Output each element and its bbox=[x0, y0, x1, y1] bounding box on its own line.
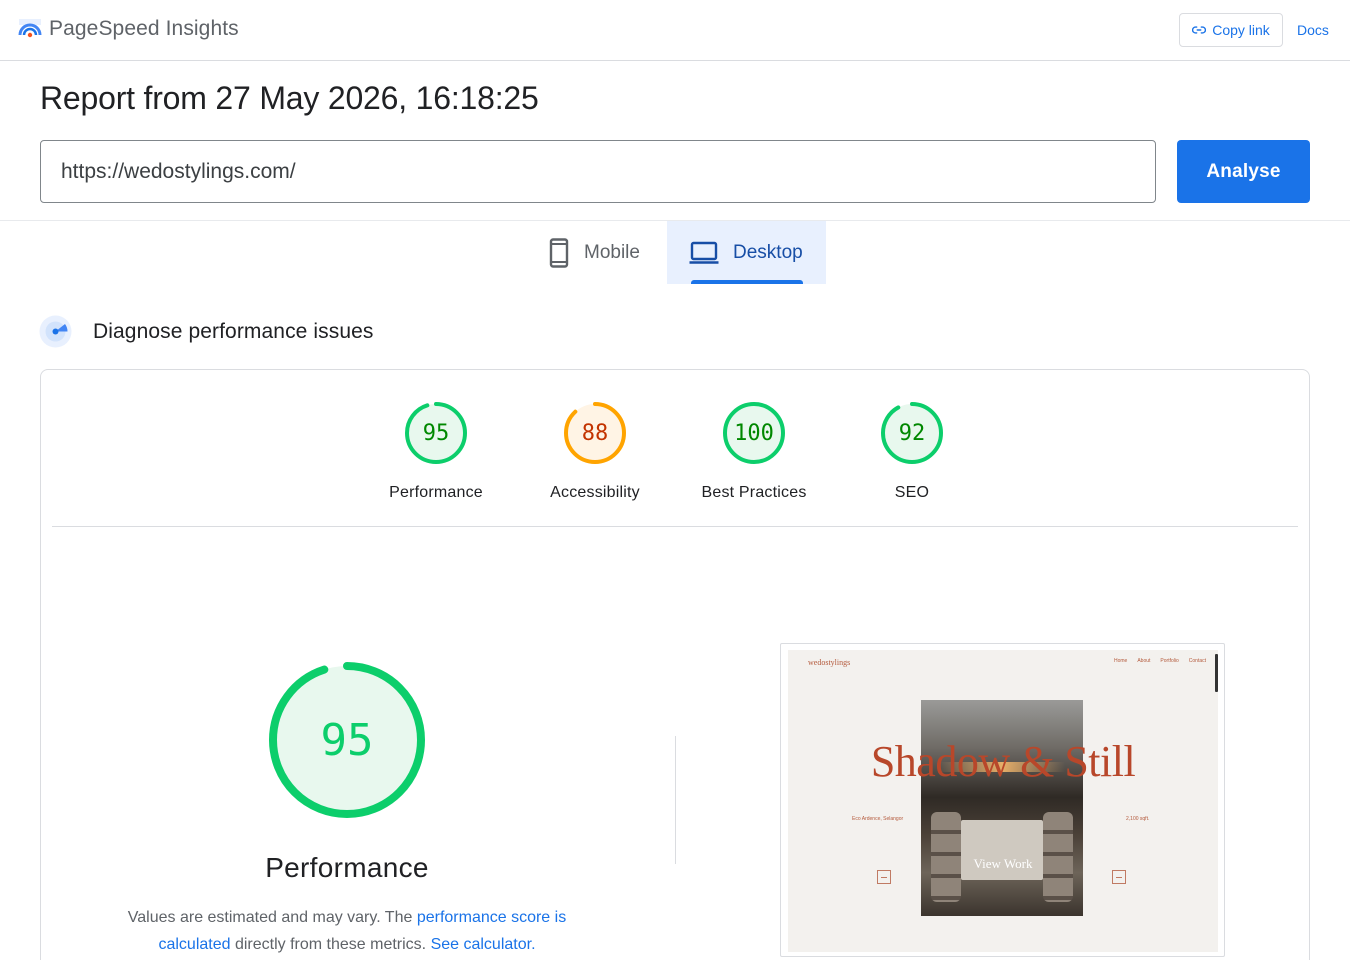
page-screenshot: wedostylings Home About Portfolio Contac… bbox=[780, 643, 1225, 957]
app-title[interactable]: PageSpeed Insights bbox=[49, 17, 239, 41]
gauge-score: 88 bbox=[581, 420, 609, 446]
preview-scrollbar bbox=[1215, 654, 1218, 692]
screenshot-canvas: wedostylings Home About Portfolio Contac… bbox=[788, 650, 1218, 952]
tab-mobile-label: Mobile bbox=[584, 241, 640, 263]
pagespeed-logo-icon bbox=[18, 19, 42, 38]
card-divider bbox=[52, 526, 1298, 527]
note-text-1: Values are estimated and may vary. The bbox=[127, 909, 417, 926]
gauge-accessibility[interactable]: 88 bbox=[563, 401, 627, 465]
gauge-score: 100 bbox=[734, 420, 774, 446]
gauge-performance[interactable]: 95 bbox=[404, 401, 468, 465]
gauge-score: 92 bbox=[898, 420, 926, 446]
preview-interior-photo bbox=[921, 700, 1083, 916]
preview-cta: View Work bbox=[973, 856, 1033, 871]
gauge-label-seo: SEO bbox=[894, 484, 930, 501]
report-title: Report from 27 May 2026, 16:18:25 bbox=[40, 80, 539, 116]
preview-nav-item: Home bbox=[1114, 658, 1128, 664]
tab-mobile[interactable]: Mobile bbox=[530, 221, 667, 284]
copy-link-label: Copy link bbox=[1212, 22, 1270, 38]
gauge-label-accessibility: Accessibility bbox=[550, 484, 640, 501]
docs-link[interactable]: Docs bbox=[1297, 22, 1329, 38]
preview-nav-item: Portfolio bbox=[1160, 658, 1179, 664]
preview-brand: wedostylings bbox=[808, 658, 851, 667]
smartphone-icon bbox=[549, 237, 569, 268]
preview-nav-item: About bbox=[1137, 658, 1151, 664]
active-tab-indicator bbox=[691, 280, 803, 284]
score-note: Values are estimated and may vary. The p… bbox=[100, 904, 594, 958]
main-gauge-label: Performance bbox=[265, 852, 429, 883]
url-input[interactable] bbox=[40, 140, 1156, 203]
analyse-button[interactable]: Analyse bbox=[1177, 140, 1310, 203]
preview-headline: Shadow & Still bbox=[870, 737, 1136, 786]
gauge-best-practices[interactable]: 100 bbox=[722, 401, 786, 465]
gauge-score: 95 bbox=[422, 420, 450, 446]
preview-prev-arrow-icon bbox=[877, 870, 891, 884]
preview-left-caption: Eco Ardence, Selangor bbox=[852, 816, 904, 822]
main-gauge-score: 95 bbox=[320, 714, 374, 766]
tab-desktop[interactable]: Desktop bbox=[667, 221, 826, 284]
preview-nav: Home About Portfolio Contact bbox=[1114, 658, 1206, 664]
top-bar: PageSpeed Insights Copy link Docs bbox=[0, 0, 1350, 61]
gauge-label-best-practices: Best Practices bbox=[701, 484, 807, 501]
gauge-seo[interactable]: 92 bbox=[880, 401, 944, 465]
diagnose-icon bbox=[39, 315, 72, 348]
see-calculator-link[interactable]: See calculator. bbox=[431, 936, 536, 953]
copy-link-button[interactable]: Copy link bbox=[1179, 13, 1283, 47]
link-icon bbox=[1192, 26, 1207, 34]
note-text-2: directly from these metrics. bbox=[230, 936, 431, 953]
section-title: Diagnose performance issues bbox=[93, 320, 374, 343]
gauge-label-performance: Performance bbox=[389, 484, 483, 501]
tab-desktop-label: Desktop bbox=[733, 241, 803, 263]
vertical-divider bbox=[675, 736, 676, 864]
performance-main-gauge: 95 bbox=[265, 658, 429, 822]
preview-right-caption: 2,100 sqft. bbox=[1126, 816, 1150, 822]
preview-next-arrow-icon bbox=[1112, 870, 1126, 884]
preview-nav-item: Contact bbox=[1188, 658, 1206, 664]
laptop-icon bbox=[689, 241, 719, 264]
